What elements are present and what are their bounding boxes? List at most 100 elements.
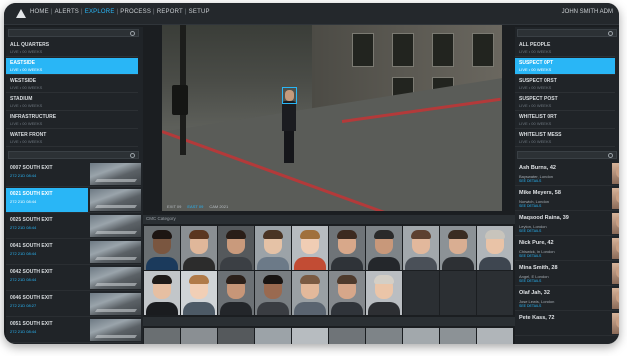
face-thumbnail[interactable] — [292, 271, 328, 315]
user-menu[interactable]: JOHN SMITH ADM — [562, 9, 613, 15]
camera-list-item[interactable]: 0025 SOUTH EXIT 272 21D 08:44 — [6, 214, 141, 239]
face-thumbnail[interactable] — [366, 271, 402, 315]
face-thumbnail[interactable] — [329, 328, 365, 344]
empty-slot — [403, 271, 439, 315]
camera-thumbnail[interactable] — [90, 267, 141, 289]
face-thumbnail[interactable] — [477, 328, 513, 344]
camera-thumbnail[interactable] — [90, 189, 141, 211]
face-thumbnail[interactable] — [218, 271, 254, 315]
face-thumbnail[interactable] — [181, 271, 217, 315]
nav-alerts[interactable]: ALERTS — [55, 9, 79, 15]
face-thumbnail[interactable] — [292, 328, 328, 344]
nav-report[interactable]: REPORT — [157, 9, 183, 15]
person-list-item[interactable]: Pete Kass, 72 — [515, 312, 619, 336]
nav-explore[interactable]: EXPLORE — [85, 9, 115, 15]
person-list-item[interactable]: Olaf Jah, 32 Jose Lewis, London SEE DETAIL… — [515, 287, 619, 311]
see-details-link[interactable]: SEE DETAILS — [519, 279, 541, 283]
face-thumbnail[interactable] — [255, 328, 291, 344]
empty-slot — [477, 271, 513, 315]
area-list-item[interactable]: WATER FRONT LIVE • 00 WEEKS — [6, 130, 138, 147]
face-thumbnail[interactable] — [144, 226, 180, 270]
camera-title: 0051 SOUTH EXIT — [10, 321, 53, 327]
face-thumbnail[interactable] — [366, 328, 402, 344]
face-thumbnail[interactable] — [144, 271, 180, 315]
person-list-item[interactable]: Nick Pure, 42 Chiswick, in London SEE DETA… — [515, 237, 619, 261]
person-list-item[interactable]: Ash Burns, 42 Bayswater, London SEE DETAIL… — [515, 162, 619, 186]
face-thumbnail[interactable] — [329, 226, 365, 270]
face-thumbnail[interactable] — [329, 271, 365, 315]
nav-process[interactable]: PROCESS — [120, 9, 151, 15]
camera-thumbnail[interactable] — [90, 241, 141, 263]
see-details-link[interactable]: SEE DETAILS — [519, 304, 541, 308]
camera-list-item[interactable]: 0041 SOUTH EXIT 272 21D 08:44 — [6, 240, 141, 265]
camera-title: 0042 SOUTH EXIT — [10, 269, 53, 275]
camera-list-item[interactable]: 0051 SOUTH EXIT 272 21D 08:44 — [6, 318, 141, 343]
person-search-input[interactable] — [517, 151, 617, 159]
faces-grid-title: CMC Category — [146, 216, 176, 221]
camera-thumbnail[interactable] — [90, 319, 141, 341]
person-avatar[interactable] — [612, 288, 619, 309]
watchlist-item[interactable]: SUSPECT 0RST LIVE • 00 WEEKS — [515, 76, 615, 93]
camera-list-item[interactable]: 0007 SOUTH EXIT 272 21D 08:44 — [6, 162, 141, 187]
person-avatar[interactable] — [612, 213, 619, 234]
see-details-link[interactable]: SEE DETAILS — [519, 254, 541, 258]
camera-list-item[interactable]: 0046 SOUTH EXIT 272 21D 08:27 — [6, 292, 141, 317]
face-thumbnail[interactable] — [403, 328, 439, 344]
live-video-feed[interactable]: EXIT 09 EAST 09 CAM 2021 — [162, 25, 502, 211]
face-thumbnail[interactable] — [218, 226, 254, 270]
person-list-item[interactable]: Mike Meyers, 58 Norwich, London SEE DETAIL… — [515, 187, 619, 211]
area-subtitle: LIVE • 00 WEEKS — [10, 121, 43, 126]
faces-grid-header: CMC Category — [143, 215, 518, 224]
face-thumbnail[interactable] — [292, 226, 328, 270]
see-details-link[interactable]: SEE DETAILS — [519, 229, 541, 233]
face-thumbnail[interactable] — [403, 226, 439, 270]
watchlist-item[interactable]: ALL PEOPLE LIVE • 00 WEEKS — [515, 40, 615, 57]
face-thumbnail[interactable] — [477, 226, 513, 270]
face-thumbnail[interactable] — [181, 226, 217, 270]
people-search-input[interactable] — [517, 29, 617, 37]
face-thumbnail[interactable] — [218, 328, 254, 344]
nav-home[interactable]: HOME — [30, 9, 49, 15]
area-list-item[interactable]: STADIUM LIVE • 00 WEEKS — [6, 94, 138, 111]
person-list-item[interactable]: Maqsood Raina, 39 Leyton, London SEE DETAI… — [515, 212, 619, 236]
area-subtitle: LIVE • 00 WEEKS — [10, 85, 43, 90]
area-title: STADIUM — [10, 96, 33, 102]
camera-thumbnail[interactable] — [90, 293, 141, 315]
face-detection-box[interactable] — [282, 87, 297, 104]
face-thumbnail[interactable] — [255, 226, 291, 270]
area-list-item[interactable]: INFRASTRUCTURE LIVE • 00 WEEKS — [6, 112, 138, 129]
face-thumbnail[interactable] — [144, 328, 180, 344]
see-details-link[interactable]: SEE DETAILS — [519, 204, 541, 208]
nav-setup[interactable]: SETUP — [189, 9, 210, 15]
person-avatar[interactable] — [612, 263, 619, 284]
person-list-item[interactable]: Mina Smith, 28 Angel, E London SEE DETAILS — [515, 262, 619, 286]
face-thumbnail[interactable] — [255, 271, 291, 315]
watchlist-item[interactable]: SUSPECT 0PT LIVE • 00 WEEKS — [515, 58, 615, 75]
person-avatar[interactable] — [612, 188, 619, 209]
camera-label-east: EAST 09 — [187, 204, 204, 209]
area-list-item[interactable]: ALL QUARTERS LIVE • 00 WEEKS — [6, 40, 138, 57]
camera-search-input[interactable] — [8, 151, 139, 159]
face-thumbnail[interactable] — [440, 328, 476, 344]
camera-label: EXIT 09 EAST 09 CAM 2021 — [164, 204, 231, 209]
area-list-item[interactable]: EASTSIDE LIVE • 00 WEEKS — [6, 58, 138, 75]
camera-list-item[interactable]: 0042 SOUTH EXIT 272 21D 08:44 — [6, 266, 141, 291]
camera-title: 0007 SOUTH EXIT — [10, 165, 53, 171]
area-list-item[interactable]: WESTSIDE LIVE • 00 WEEKS — [6, 76, 138, 93]
camera-thumbnail[interactable] — [90, 215, 141, 237]
face-thumbnail[interactable] — [440, 226, 476, 270]
person-avatar[interactable] — [612, 163, 619, 184]
face-thumbnail[interactable] — [366, 226, 402, 270]
camera-label-exit: EXIT 09 — [167, 204, 182, 209]
person-avatar[interactable] — [612, 313, 619, 334]
watchlist-item[interactable]: WHITELIST 0RT LIVE • 00 WEEKS — [515, 112, 615, 129]
camera-list-item[interactable]: 0021 SOUTH EXIT 272 21D 08:44 — [6, 188, 141, 213]
area-search-input[interactable] — [8, 29, 139, 37]
camera-thumbnail[interactable] — [90, 163, 141, 185]
watchlist-item[interactable]: SUSPECT POST LIVE • 00 WEEKS — [515, 94, 615, 111]
logo-icon[interactable] — [16, 9, 26, 18]
face-thumbnail[interactable] — [181, 328, 217, 344]
person-avatar[interactable] — [612, 238, 619, 259]
see-details-link[interactable]: SEE DETAILS — [519, 179, 541, 183]
watchlist-item[interactable]: WHITELIST MESS LIVE • 00 WEEKS — [515, 130, 615, 147]
